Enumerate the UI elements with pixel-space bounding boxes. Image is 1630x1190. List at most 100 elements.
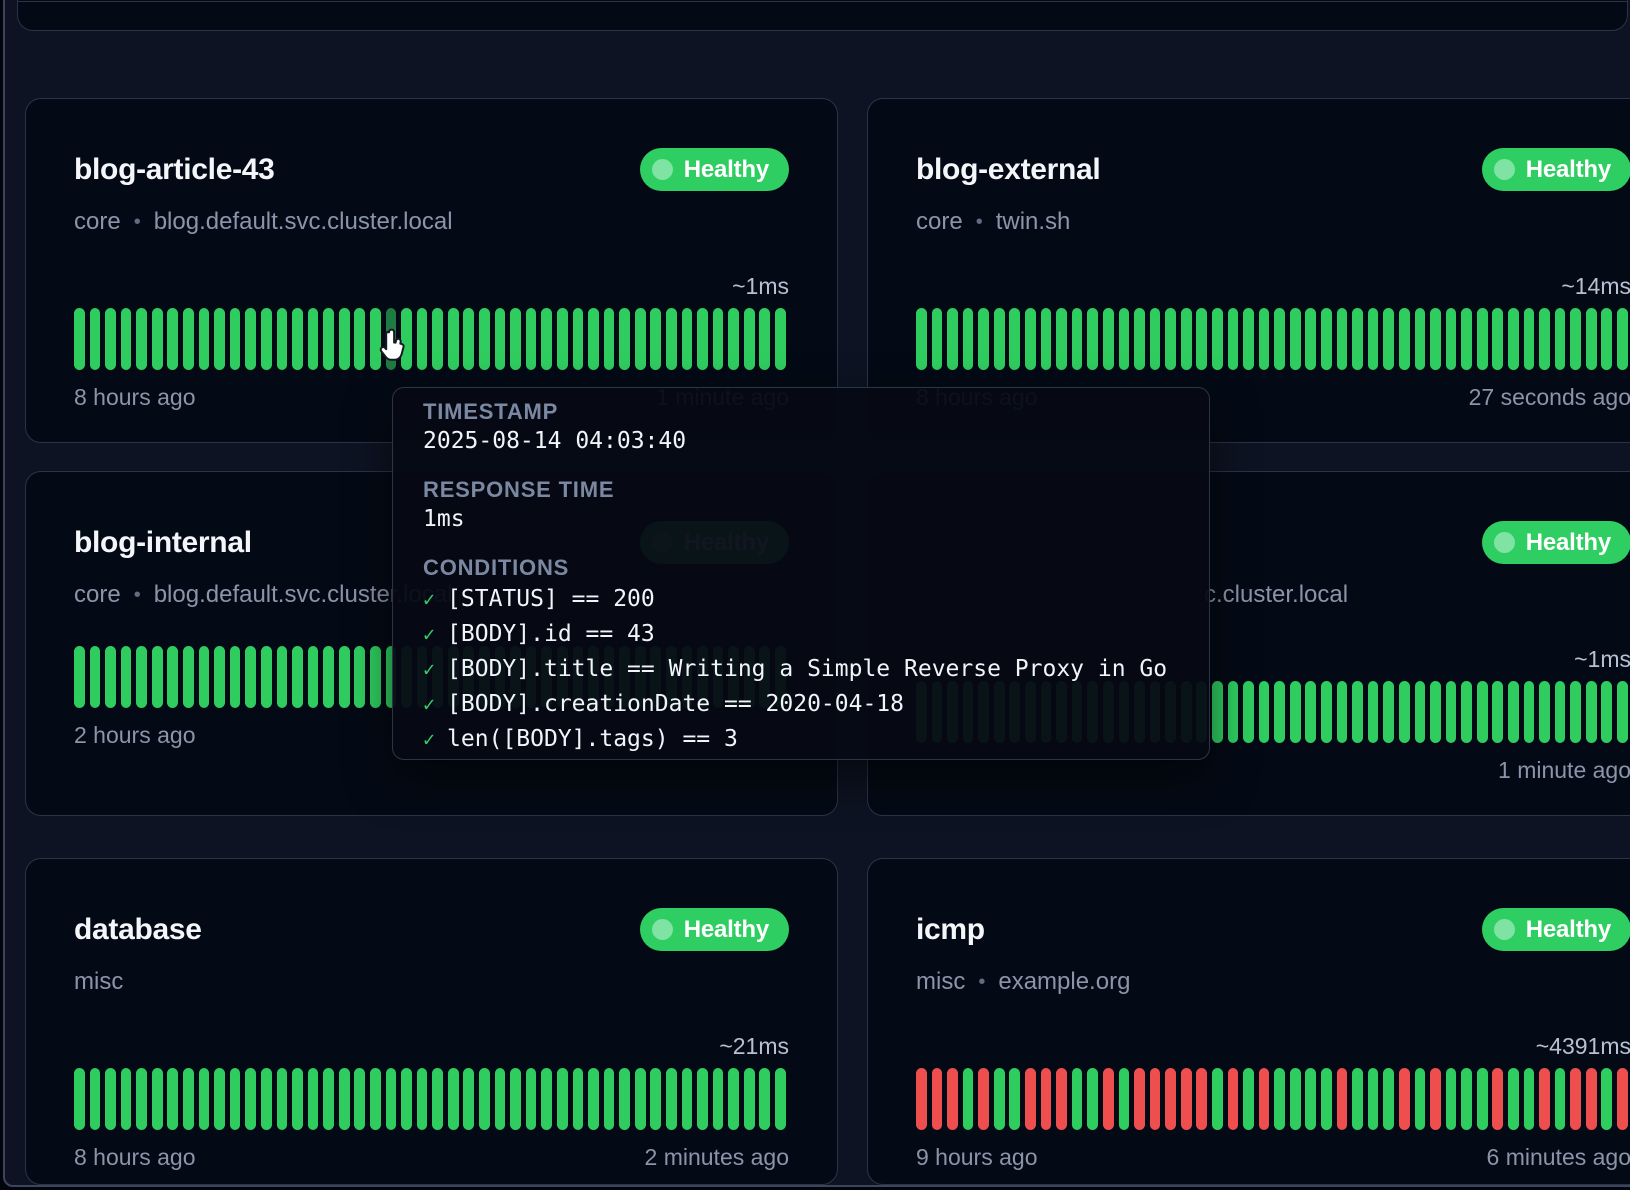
uptime-bar[interactable] <box>1570 308 1581 370</box>
uptime-bar[interactable] <box>697 1068 708 1130</box>
uptime-bar[interactable] <box>682 308 693 370</box>
uptime-bar[interactable] <box>479 1068 490 1130</box>
uptime-bar[interactable] <box>1025 308 1036 370</box>
uptime-bar[interactable] <box>1383 1068 1394 1130</box>
uptime-bar[interactable] <box>1477 681 1488 743</box>
uptime-bar[interactable] <box>713 308 724 370</box>
uptime-bar[interactable] <box>1539 681 1550 743</box>
uptime-bar[interactable] <box>323 646 334 708</box>
uptime-bar[interactable] <box>1399 1068 1410 1130</box>
uptime-bar[interactable] <box>1555 681 1566 743</box>
service-card[interactable]: icmp Healthy misc • example.org ~4391ms … <box>867 858 1630 1185</box>
uptime-bar[interactable] <box>183 308 194 370</box>
uptime-bar[interactable] <box>619 308 630 370</box>
uptime-bar[interactable] <box>1165 1068 1176 1130</box>
uptime-bar[interactable] <box>261 308 272 370</box>
uptime-bar[interactable] <box>463 308 474 370</box>
uptime-bar[interactable] <box>1492 681 1503 743</box>
uptime-bar[interactable] <box>588 1068 599 1130</box>
uptime-bar[interactable] <box>448 308 459 370</box>
uptime-bar[interactable] <box>1009 308 1020 370</box>
uptime-bar[interactable] <box>510 1068 521 1130</box>
uptime-bar[interactable] <box>573 308 584 370</box>
uptime-bar[interactable] <box>1041 308 1052 370</box>
uptime-bar[interactable] <box>1228 308 1239 370</box>
uptime-bar[interactable] <box>1539 1068 1550 1130</box>
uptime-bar[interactable] <box>1539 308 1550 370</box>
uptime-bar[interactable] <box>1586 1068 1597 1130</box>
uptime-bar[interactable] <box>994 1068 1005 1130</box>
uptime-bar[interactable] <box>308 308 319 370</box>
uptime-bar[interactable] <box>1196 1068 1207 1130</box>
uptime-bar[interactable] <box>167 646 178 708</box>
uptime-bar[interactable] <box>963 1068 974 1130</box>
uptime-bar[interactable] <box>666 1068 677 1130</box>
uptime-bar[interactable] <box>1383 681 1394 743</box>
uptime-bar[interactable] <box>1586 681 1597 743</box>
uptime-bar[interactable] <box>1555 308 1566 370</box>
uptime-bar[interactable] <box>713 1068 724 1130</box>
uptime-bar[interactable] <box>1103 308 1114 370</box>
uptime-bar[interactable] <box>994 308 1005 370</box>
uptime-bar[interactable] <box>199 646 210 708</box>
uptime-bar[interactable] <box>1259 1068 1270 1130</box>
uptime-bar[interactable] <box>292 1068 303 1130</box>
uptime-bar[interactable] <box>1430 681 1441 743</box>
uptime-bar[interactable] <box>432 308 443 370</box>
uptime-bar[interactable] <box>1461 308 1472 370</box>
uptime-bar[interactable] <box>1243 308 1254 370</box>
uptime-bar[interactable] <box>121 646 132 708</box>
uptime-bar[interactable] <box>1601 681 1612 743</box>
uptime-bar[interactable] <box>370 1068 381 1130</box>
uptime-bar[interactable] <box>510 308 521 370</box>
uptime-bar[interactable] <box>744 308 755 370</box>
uptime-bar[interactable] <box>759 1068 770 1130</box>
uptime-bar[interactable] <box>1150 1068 1161 1130</box>
uptime-bar[interactable] <box>308 1068 319 1130</box>
uptime-bar[interactable] <box>308 646 319 708</box>
uptime-bar[interactable] <box>1508 308 1519 370</box>
uptime-bar[interactable] <box>1446 308 1457 370</box>
uptime-bar[interactable] <box>1555 1068 1566 1130</box>
uptime-bar[interactable] <box>1072 1068 1083 1130</box>
uptime-bar[interactable] <box>541 308 552 370</box>
uptime-bar[interactable] <box>604 308 615 370</box>
uptime-bar[interactable] <box>573 1068 584 1130</box>
uptime-bar[interactable] <box>1321 1068 1332 1130</box>
uptime-bar[interactable] <box>1025 1068 1036 1130</box>
uptime-bar[interactable] <box>152 1068 163 1130</box>
uptime-bar[interactable] <box>1041 1068 1052 1130</box>
uptime-bar[interactable] <box>323 1068 334 1130</box>
uptime-bar[interactable] <box>1617 681 1628 743</box>
uptime-bar[interactable] <box>728 1068 739 1130</box>
uptime-bar[interactable] <box>1259 681 1270 743</box>
uptime-bar[interactable] <box>417 308 428 370</box>
uptime-bar[interactable] <box>339 1068 350 1130</box>
uptime-bar[interactable] <box>1352 681 1363 743</box>
uptime-bar[interactable] <box>1181 1068 1192 1130</box>
uptime-bar[interactable] <box>759 308 770 370</box>
uptime-bar[interactable] <box>354 1068 365 1130</box>
service-card[interactable]: database Healthy misc • ~21ms 8 hours ag… <box>25 858 838 1185</box>
uptime-bar[interactable] <box>1243 1068 1254 1130</box>
uptime-bar[interactable] <box>1087 1068 1098 1130</box>
uptime-bar[interactable] <box>495 308 506 370</box>
uptime-bar[interactable] <box>230 1068 241 1130</box>
uptime-bar[interactable] <box>1196 308 1207 370</box>
uptime-bar[interactable] <box>1492 1068 1503 1130</box>
uptime-bar[interactable] <box>1524 308 1535 370</box>
uptime-bar[interactable] <box>1524 681 1535 743</box>
uptime-bar[interactable] <box>666 308 677 370</box>
uptime-bar[interactable] <box>1259 308 1270 370</box>
uptime-bar[interactable] <box>136 646 147 708</box>
uptime-bar[interactable] <box>1508 681 1519 743</box>
uptime-bar[interactable] <box>183 646 194 708</box>
uptime-bar[interactable] <box>105 646 116 708</box>
uptime-bar[interactable] <box>1321 308 1332 370</box>
uptime-bar[interactable] <box>1337 308 1348 370</box>
uptime-bar[interactable] <box>105 308 116 370</box>
uptime-bar[interactable] <box>230 646 241 708</box>
uptime-bar[interactable] <box>261 1068 272 1130</box>
uptime-bar[interactable] <box>463 1068 474 1130</box>
uptime-bar[interactable] <box>1337 681 1348 743</box>
